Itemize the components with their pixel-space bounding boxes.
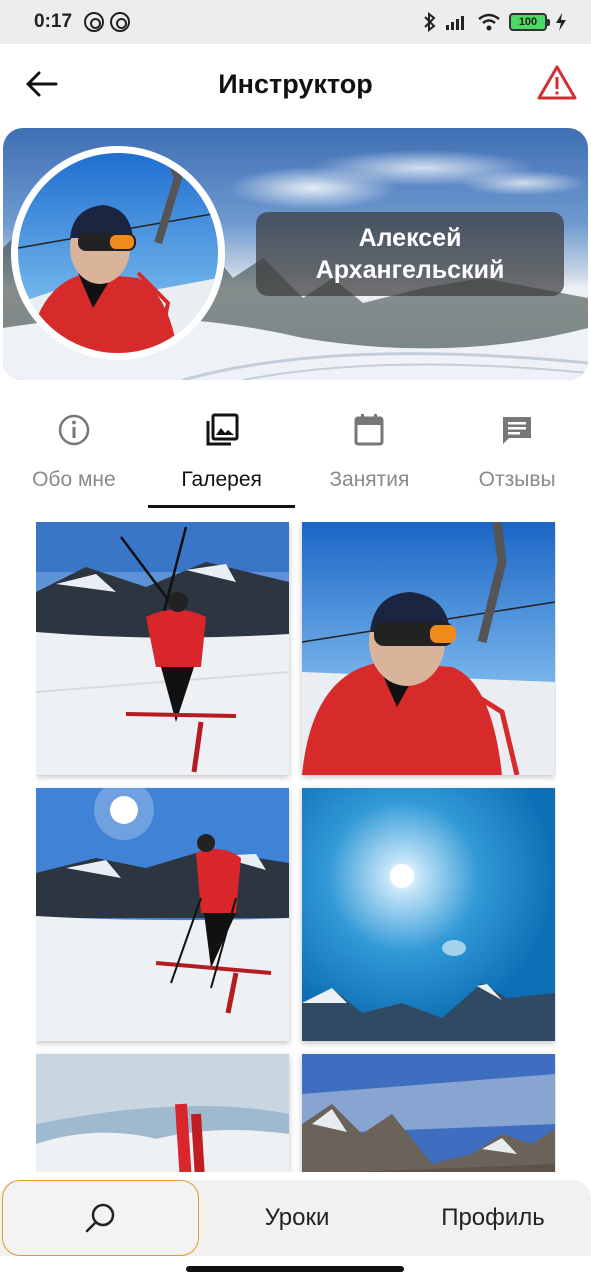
notification-icon <box>84 12 105 32</box>
nav-profile[interactable]: Профиль <box>395 1180 591 1256</box>
bottom-nav: Уроки Профиль <box>0 1180 591 1256</box>
gallery-photo[interactable] <box>36 788 289 1041</box>
gallery-icon <box>206 413 239 446</box>
nav-search[interactable] <box>2 1180 199 1256</box>
first-name: Алексей <box>358 224 462 252</box>
status-time: 0:17 <box>34 11 73 32</box>
gallery-photo[interactable] <box>302 788 555 1041</box>
tab-reviews[interactable]: Отзывы <box>443 400 591 510</box>
calendar-icon <box>354 414 384 446</box>
tab-reviews-label: Отзывы <box>478 468 556 491</box>
wifi-icon <box>478 13 500 31</box>
avatar[interactable] <box>11 146 225 360</box>
signal-icon <box>446 16 464 30</box>
instructor-name-card: Алексей Архангельский <box>256 212 564 296</box>
arrow-left-icon[interactable] <box>24 68 60 100</box>
charging-icon <box>556 13 566 31</box>
search-icon <box>85 1203 114 1233</box>
info-icon <box>58 414 90 446</box>
notification-icons <box>84 12 131 32</box>
avatar-photo <box>18 153 218 353</box>
tab-about[interactable]: Обо мне <box>0 400 148 510</box>
bluetooth-icon <box>424 12 436 32</box>
tab-about-label: Обо мне <box>32 468 116 491</box>
photo-gallery <box>36 522 556 1172</box>
notification-icon <box>110 12 131 32</box>
tab-lessons[interactable]: Занятия <box>296 400 444 510</box>
page-title: Инструктор <box>218 68 373 99</box>
warning-icon[interactable] <box>537 64 577 102</box>
gallery-photo[interactable] <box>36 1054 289 1172</box>
home-indicator[interactable] <box>186 1266 404 1272</box>
tab-gallery-label: Галерея <box>181 468 262 491</box>
status-bar: 0:17 100 <box>0 0 591 44</box>
tab-lessons-label: Занятия <box>329 468 410 491</box>
nav-lessons[interactable]: Уроки <box>199 1180 395 1256</box>
chat-icon <box>503 417 532 444</box>
gallery-photo[interactable] <box>302 522 555 775</box>
battery-icon: 100 <box>509 13 550 31</box>
gallery-photo[interactable] <box>302 1054 555 1172</box>
app-header: Инструктор <box>0 44 591 124</box>
gallery-photo[interactable] <box>36 522 289 775</box>
tab-gallery[interactable]: Галерея <box>147 400 296 510</box>
status-right: 100 <box>423 12 567 32</box>
profile-tabs: Обо мне Галерея Занятия Отзывы <box>0 400 591 510</box>
last-name: Архангельский <box>315 256 505 284</box>
